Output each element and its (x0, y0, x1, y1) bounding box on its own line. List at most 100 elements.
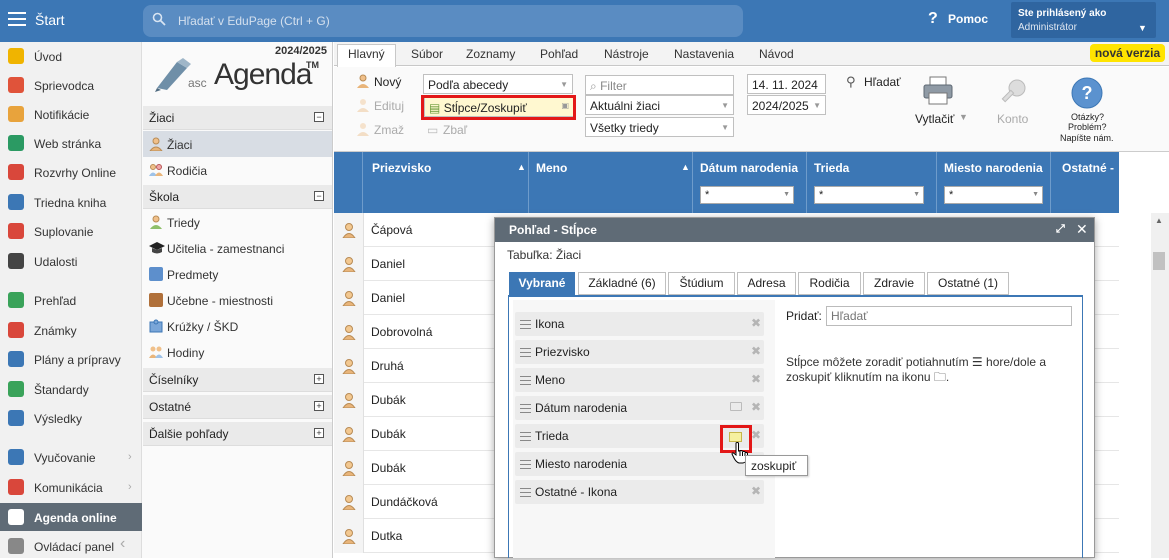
expand-icon[interactable]: + (314, 374, 324, 384)
section-ostatne[interactable]: Ostatné + (143, 395, 332, 419)
new-version-badge[interactable]: nová verzia (1090, 44, 1165, 62)
remove-icon[interactable]: ✖ (751, 316, 761, 330)
dialog-tab-selected[interactable]: Vybrané (509, 272, 575, 295)
mid-item-hodiny[interactable]: Hodiny (143, 339, 332, 365)
remove-icon[interactable]: ✖ (751, 400, 761, 414)
mid-item-predmety[interactable]: Predmety (143, 261, 332, 287)
nav-item-5[interactable]: Triedna kniha (0, 188, 142, 216)
mid-item-ucitelia[interactable]: Učitelia - zamestnanci (143, 235, 332, 261)
drag-handle-icon[interactable] (520, 348, 531, 357)
filter-input[interactable]: ⌕ Filter (585, 75, 734, 95)
drag-handle-icon[interactable] (520, 488, 531, 497)
help-label[interactable]: Pomoc (948, 12, 988, 26)
collapse-sidebar-icon[interactable]: ‹ (120, 535, 125, 553)
drag-handle-icon[interactable] (520, 432, 531, 441)
search-button[interactable]: Hľadať (864, 75, 901, 89)
remove-icon[interactable]: ✖ (751, 484, 761, 498)
nav-item-6[interactable]: Suplovanie (0, 217, 142, 245)
drag-handle-icon[interactable] (520, 376, 531, 385)
mid-item-ziaci[interactable]: Žiaci (143, 131, 332, 157)
dialog-tab-parents[interactable]: Rodičia (798, 272, 861, 295)
nav-item-12[interactable]: Výsledky (0, 404, 142, 432)
folder-icon[interactable] (730, 402, 742, 411)
birthdate-filter[interactable]: * ▼ (700, 186, 794, 204)
nav-item-2[interactable]: Notifikácie (0, 100, 142, 128)
chevron-down-icon[interactable]: ▼ (959, 112, 968, 122)
scrollbar-thumb[interactable] (1153, 252, 1165, 270)
tab-navod[interactable]: Návod (759, 47, 794, 61)
section-ciselniky[interactable]: Číselníky + (143, 368, 332, 392)
edit-button[interactable]: Edituj (374, 99, 404, 113)
tab-nastavenia[interactable]: Nastavenia (674, 47, 734, 61)
dialog-tab-address[interactable]: Adresa (737, 272, 796, 295)
nav-item-14[interactable]: Komunikácia › (0, 473, 142, 501)
column-item[interactable]: Meno ✖ (515, 368, 764, 392)
mid-item-triedy[interactable]: Triedy (143, 209, 332, 235)
start-label[interactable]: Štart (35, 12, 65, 28)
drag-handle-icon[interactable] (520, 320, 531, 329)
nav-item-9[interactable]: Známky (0, 316, 142, 344)
mid-item-rodicia[interactable]: Rodičia (143, 157, 332, 183)
sort-asc-icon[interactable]: ▲ (681, 162, 690, 172)
account-button[interactable]: Konto (997, 112, 1028, 126)
students-filter-select[interactable]: Aktuálni žiaci ▼ (585, 95, 734, 115)
expand-icon[interactable]: ⤢ (1056, 223, 1065, 236)
col-header-surname[interactable]: Priezvisko (372, 161, 431, 175)
tab-pohlad[interactable]: Pohľad (540, 47, 578, 61)
new-button[interactable]: Nový (374, 75, 401, 89)
class-filter-select[interactable]: Všetky triedy ▼ (585, 117, 734, 137)
column-item[interactable]: Ostatné - Ikona ✖ (515, 480, 764, 504)
support-q2[interactable]: Problém? (1068, 122, 1107, 132)
nav-item-3[interactable]: Web stránka (0, 129, 142, 157)
support-q3[interactable]: Napíšte nám. (1060, 133, 1114, 143)
col-header-other[interactable]: Ostatné - (1062, 161, 1114, 175)
section-skola[interactable]: Škola − (143, 185, 332, 209)
close-icon[interactable]: ✕ (1076, 221, 1088, 238)
tab-nastroje[interactable]: Nástroje (604, 47, 649, 61)
nav-item-8[interactable]: Prehľad (0, 286, 142, 314)
delete-button[interactable]: Zmaž (374, 123, 404, 137)
sort-asc-icon[interactable]: ▲ (517, 162, 526, 172)
dialog-tab-study[interactable]: Štúdium (668, 272, 735, 295)
col-header-class[interactable]: Trieda (814, 161, 849, 175)
remove-icon[interactable]: ✖ (751, 344, 761, 358)
col-header-birthplace[interactable]: Miesto narodenia (944, 161, 1043, 175)
nav-item-4[interactable]: Rozvrhy Online (0, 158, 142, 186)
nav-item-7[interactable]: Udalosti (0, 247, 142, 275)
nav-item-16[interactable]: Ovládací panel ‹ (0, 532, 142, 560)
section-dalsie[interactable]: Ďalšie pohľady + (143, 422, 332, 446)
column-item[interactable]: Dátum narodenia ✖ (515, 396, 764, 420)
date-input[interactable]: 14. 11. 2024 (747, 74, 826, 94)
dialog-tab-basic[interactable]: Základné (6) (578, 272, 666, 295)
print-button[interactable]: Vytlačiť (915, 112, 954, 126)
support-q1[interactable]: Otázky? (1071, 112, 1104, 122)
menu-icon[interactable] (8, 12, 26, 26)
sort-select[interactable]: Podľa abecedy ▼ (423, 74, 573, 94)
nav-item-13[interactable]: Vyučovanie › (0, 443, 142, 471)
nav-item-10[interactable]: Plány a prípravy (0, 345, 142, 373)
drag-handle-icon[interactable] (520, 460, 531, 469)
scroll-up-icon[interactable]: ▲ (1155, 216, 1163, 225)
group-folder-icon[interactable] (729, 432, 742, 442)
nav-item-0[interactable]: Úvod (0, 42, 142, 70)
section-ziaci[interactable]: Žiaci − (143, 106, 332, 130)
tab-zoznamy[interactable]: Zoznamy (466, 47, 515, 61)
chevron-down-icon[interactable]: ▼ (1138, 23, 1147, 33)
class-filter[interactable]: * ▼ (814, 186, 924, 204)
remove-icon[interactable]: ✖ (751, 428, 761, 442)
collapse-all-button[interactable]: Zbaľ (443, 123, 467, 137)
tab-subor[interactable]: Súbor (411, 47, 443, 61)
mid-item-ucebne[interactable]: Učebne - miestnosti (143, 287, 332, 313)
expand-icon[interactable]: + (314, 401, 324, 411)
expand-icon[interactable]: + (314, 428, 324, 438)
dialog-tab-health[interactable]: Zdravie (863, 272, 925, 295)
drag-handle-icon[interactable] (520, 404, 531, 413)
birthplace-filter[interactable]: * ▼ (944, 186, 1043, 204)
nav-item-11[interactable]: Štandardy (0, 375, 142, 403)
nav-item-15[interactable]: Agenda online (0, 503, 142, 531)
col-header-birthdate[interactable]: Dátum narodenia (700, 161, 798, 175)
dialog-tab-other[interactable]: Ostatné (1) (927, 272, 1009, 295)
nav-item-1[interactable]: Sprievodca (0, 71, 142, 99)
collapse-icon[interactable]: − (314, 191, 324, 201)
column-item[interactable]: Ikona ✖ (515, 312, 764, 336)
